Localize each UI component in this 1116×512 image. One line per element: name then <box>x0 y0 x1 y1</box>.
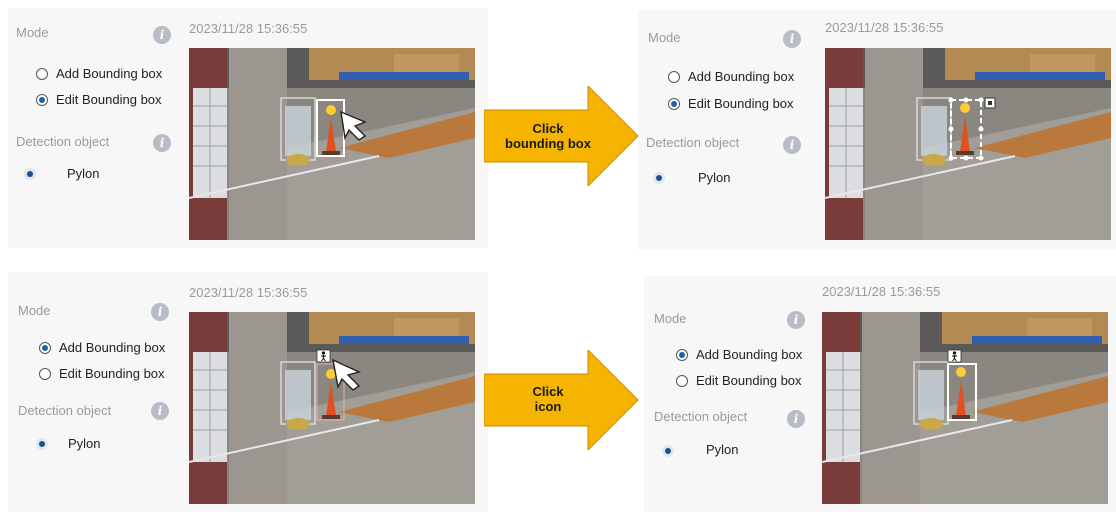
radio-edit-label: Edit Bounding box <box>696 373 802 388</box>
radio-add-circle[interactable] <box>668 70 680 83</box>
radio-edit-bounding-box[interactable]: Edit Bounding box <box>668 96 794 111</box>
pylon-label: Pylon <box>706 442 739 457</box>
panel-add-after: Mode i 2023/11/28 15:36:55 Add Bounding … <box>644 276 1116 512</box>
detection-info-icon[interactable]: i <box>153 134 171 152</box>
pylon-radio[interactable] <box>36 438 48 450</box>
radio-add-bounding-box[interactable]: Add Bounding box <box>39 340 165 355</box>
radio-add-label: Add Bounding box <box>688 69 795 84</box>
detection-object-label: Detection object <box>16 134 110 149</box>
radio-add-circle[interactable] <box>36 67 48 80</box>
pylon-radio[interactable] <box>653 172 665 184</box>
radio-add-label: Add Bounding box <box>696 347 803 362</box>
detection-info-icon[interactable]: i <box>151 402 169 420</box>
mode-label: Mode <box>654 311 687 326</box>
detection-info-icon[interactable]: i <box>787 410 805 428</box>
panel-edit-before: Mode i 2023/11/28 15:36:55 Add Bounding … <box>8 8 488 248</box>
person-icon <box>947 349 962 363</box>
radio-add-bounding-box[interactable]: Add Bounding box <box>676 347 802 362</box>
timestamp: 2023/11/28 15:36:55 <box>825 20 944 35</box>
detection-object-label: Detection object <box>18 403 112 418</box>
arrow-2-text: Click icon <box>496 384 600 414</box>
radio-edit-circle[interactable] <box>39 367 51 380</box>
radio-edit-label: Edit Bounding box <box>688 96 794 111</box>
arrow-1-line2: bounding box <box>505 136 591 151</box>
radio-edit-label: Edit Bounding box <box>56 92 162 107</box>
radio-edit-circle[interactable] <box>36 93 48 106</box>
radio-add-label: Add Bounding box <box>56 66 163 81</box>
radio-add-bounding-box[interactable]: Add Bounding box <box>36 66 162 81</box>
mode-info-icon[interactable]: i <box>153 26 171 44</box>
radio-add-label: Add Bounding box <box>59 340 166 355</box>
camera-view[interactable] <box>825 48 1111 240</box>
detection-info-icon[interactable]: i <box>783 136 801 154</box>
detection-object-label: Detection object <box>646 135 740 150</box>
pylon-label: Pylon <box>698 170 731 185</box>
person-icon <box>316 349 331 363</box>
radio-edit-label: Edit Bounding box <box>59 366 165 381</box>
pylon-radio[interactable] <box>662 445 674 457</box>
radio-edit-circle[interactable] <box>676 374 688 387</box>
mode-info-icon[interactable]: i <box>151 303 169 321</box>
timestamp: 2023/11/28 15:36:55 <box>189 285 308 300</box>
panel-add-before: Mode i 2023/11/28 15:36:55 Add Bounding … <box>8 272 488 512</box>
pylon-label: Pylon <box>68 436 101 451</box>
mode-label: Mode <box>16 25 49 40</box>
camera-view[interactable] <box>822 312 1108 504</box>
mode-info-icon[interactable]: i <box>783 30 801 48</box>
camera-view[interactable] <box>189 48 475 240</box>
radio-edit-circle[interactable] <box>668 97 680 110</box>
delete-handle-icon <box>984 97 996 109</box>
timestamp: 2023/11/28 15:36:55 <box>822 284 941 299</box>
radio-add-bounding-box[interactable]: Add Bounding box <box>668 69 794 84</box>
arrow-1-text: Click bounding box <box>496 121 600 151</box>
pylon-label: Pylon <box>67 166 100 181</box>
pylon-radio[interactable] <box>24 168 36 180</box>
radio-edit-bounding-box[interactable]: Edit Bounding box <box>36 92 162 107</box>
mode-label: Mode <box>648 30 681 45</box>
arrow-2-line2: icon <box>534 399 562 414</box>
timestamp: 2023/11/28 15:36:55 <box>189 21 308 36</box>
camera-view[interactable] <box>189 312 475 504</box>
radio-add-circle[interactable] <box>676 348 688 361</box>
radio-edit-bounding-box[interactable]: Edit Bounding box <box>39 366 165 381</box>
arrow-1-line1: Click <box>532 121 564 136</box>
arrow-2-line1: Click <box>532 384 564 399</box>
mode-info-icon[interactable]: i <box>787 311 805 329</box>
mode-label: Mode <box>18 303 51 318</box>
tutorial-canvas: Mode i 2023/11/28 15:36:55 Add Bounding … <box>0 0 1116 512</box>
radio-edit-bounding-box[interactable]: Edit Bounding box <box>676 373 802 388</box>
panel-edit-after: Mode i 2023/11/28 15:36:55 Add Bounding … <box>638 10 1116 250</box>
detection-object-label: Detection object <box>654 409 748 424</box>
radio-add-circle[interactable] <box>39 341 51 354</box>
